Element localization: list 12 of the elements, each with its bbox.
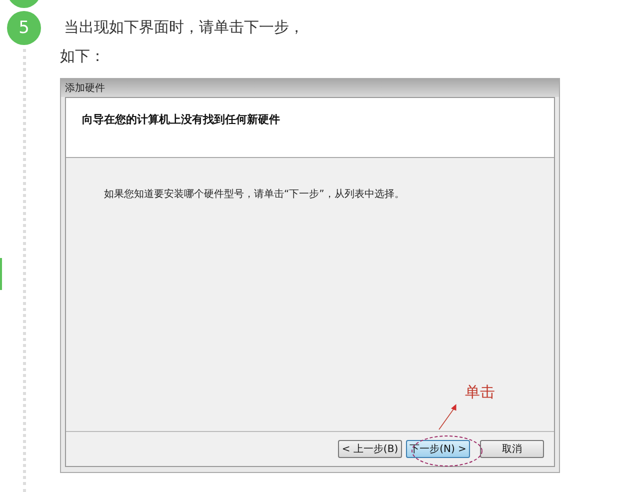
- annotation-label: 单击: [465, 383, 495, 402]
- next-button[interactable]: 下一步(N) >: [406, 440, 470, 458]
- step-number: 5: [7, 11, 41, 45]
- back-button[interactable]: < 上一步(B): [338, 440, 402, 458]
- step-followup: 如下：: [60, 47, 106, 66]
- highlight-ellipse: [411, 435, 483, 467]
- wizard-heading: 向导在您的计算机上没有找到任何新硬件: [82, 113, 280, 126]
- window-title: 添加硬件: [65, 83, 105, 94]
- cancel-button[interactable]: 取消: [480, 440, 544, 458]
- wizard-message: 如果您知道要安装哪个硬件型号，请单击“下一步”，从列表中选择。: [104, 189, 404, 200]
- step-instruction: 当出现如下界面时，请单击下一步，: [64, 18, 305, 37]
- accent-bar: [0, 258, 2, 290]
